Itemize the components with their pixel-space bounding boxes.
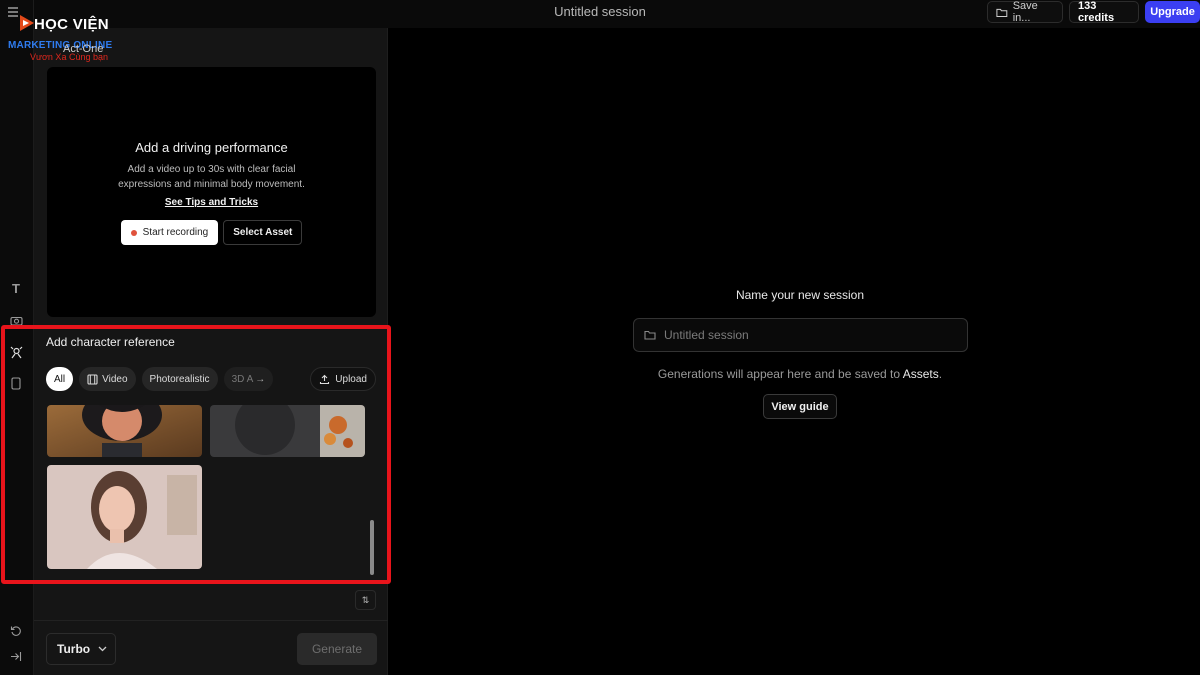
start-recording-label: Start recording	[142, 227, 209, 238]
top-bar: Untitled session Save in... 133 credits …	[0, 0, 1200, 28]
text-icon[interactable]: T	[6, 278, 26, 298]
assets-link[interactable]: Assets	[903, 367, 939, 381]
highlight-box	[1, 325, 391, 584]
start-recording-button[interactable]: Start recording	[120, 220, 219, 245]
view-guide-button[interactable]: View guide	[763, 394, 837, 419]
driving-description: Add a video up to 30s with clear facial …	[118, 164, 305, 190]
folder-icon	[644, 330, 656, 340]
driving-heading: Add a driving performance	[135, 140, 288, 155]
generations-note-end: .	[938, 367, 943, 381]
save-in-label: Save in...	[1012, 0, 1038, 24]
model-select-label: Turbo	[57, 642, 91, 656]
collapse-icon[interactable]	[6, 646, 26, 666]
logo-watermark: HỌC VIỆN MARKETING ONLINE Vươn Xa Cùng b…	[4, 12, 134, 64]
session-name-input[interactable]	[664, 328, 944, 342]
upgrade-button[interactable]: Upgrade	[1145, 1, 1200, 23]
session-name-field[interactable]	[633, 318, 968, 352]
logo-title: HỌC VIỆN	[34, 16, 109, 33]
history-icon[interactable]	[6, 621, 26, 641]
sort-icon: ⇅	[361, 594, 370, 605]
save-in-button[interactable]: Save in...	[987, 0, 1063, 24]
folder-icon	[996, 8, 1008, 17]
chevron-down-icon	[98, 646, 107, 652]
tool-name: Act-One	[63, 43, 104, 55]
sort-button[interactable]: ⇅	[355, 590, 376, 610]
driving-performance-dropzone[interactable]: Add a driving performance Add a video up…	[47, 67, 376, 317]
generations-note: Generations will appear here and be save…	[600, 367, 1000, 381]
select-asset-button[interactable]: Select Asset	[223, 220, 303, 245]
panel-divider	[34, 620, 388, 621]
model-select[interactable]: Turbo	[46, 633, 116, 665]
generate-button[interactable]: Generate	[297, 633, 377, 665]
record-dot-icon	[130, 229, 137, 236]
session-heading: Name your new session	[735, 288, 865, 302]
credits-badge[interactable]: 133 credits	[1069, 0, 1139, 24]
generations-note-text: Generations will appear here and be save…	[657, 367, 903, 381]
tips-link[interactable]: See Tips and Tricks	[165, 197, 258, 208]
